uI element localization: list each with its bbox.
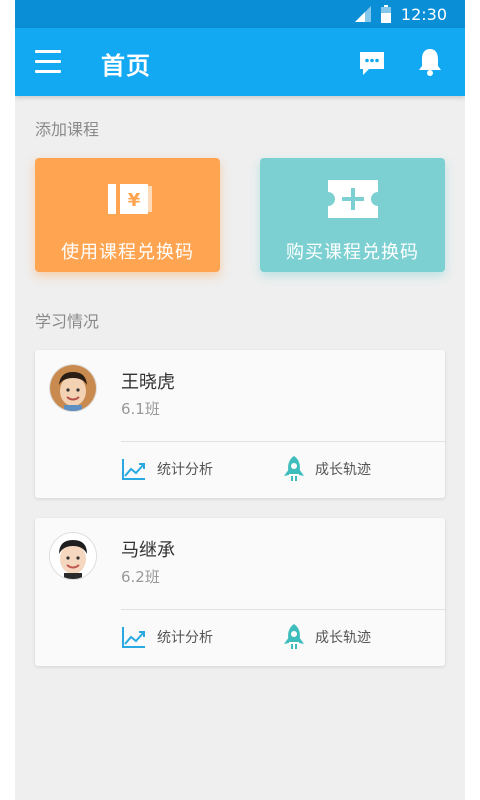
divider xyxy=(121,609,445,610)
rocket-icon xyxy=(284,624,304,649)
add-course-cards: ¥ 使用课程兑换码 购买课程兑换码 xyxy=(15,158,465,272)
student-card[interactable]: 王晓虎 6.1班 统计分析 成长轨迹 xyxy=(35,350,445,498)
student-class: 6.1班 xyxy=(121,400,160,418)
growth-track-button[interactable]: 成长轨迹 xyxy=(283,456,371,482)
ticket-plus-icon xyxy=(327,180,378,218)
use-code-label: 使用课程兑换码 xyxy=(61,242,194,263)
ticket-yen-icon: ¥ xyxy=(107,184,152,214)
bell-icon xyxy=(419,49,441,76)
menu-icon xyxy=(35,50,61,73)
add-course-label: 添加课程 xyxy=(35,120,100,139)
buy-code-card[interactable]: 购买课程兑换码 xyxy=(260,158,445,272)
growth-label: 成长轨迹 xyxy=(315,630,371,646)
battery-icon xyxy=(380,5,391,23)
menu-button[interactable] xyxy=(35,50,61,74)
notification-button[interactable] xyxy=(415,46,445,78)
status-right: 12:30 xyxy=(354,0,447,28)
student-class: 6.2班 xyxy=(121,568,160,586)
growth-label: 成长轨迹 xyxy=(315,462,371,478)
student-name: 马继承 xyxy=(121,540,175,561)
stats-analysis-button[interactable]: 统计分析 xyxy=(121,456,213,482)
student-name: 王晓虎 xyxy=(121,372,175,393)
avatar xyxy=(49,532,97,580)
rocket-icon xyxy=(284,456,304,481)
status-time: 12:30 xyxy=(400,4,447,24)
svg-text:¥: ¥ xyxy=(127,190,140,211)
buy-code-label: 购买课程兑换码 xyxy=(286,242,419,263)
student-card[interactable]: 马继承 6.2班 统计分析 成长轨迹 xyxy=(35,518,445,666)
study-status-label: 学习情况 xyxy=(35,312,100,331)
stats-label: 统计分析 xyxy=(157,630,213,646)
page-title: 首页 xyxy=(101,52,151,80)
stats-label: 统计分析 xyxy=(157,462,213,478)
status-bar: 12:30 xyxy=(15,0,465,28)
growth-track-button[interactable]: 成长轨迹 xyxy=(283,624,371,650)
message-button[interactable] xyxy=(357,48,387,78)
app-bar: 首页 xyxy=(15,28,465,96)
chart-trend-icon xyxy=(122,627,145,648)
signal-icon xyxy=(354,6,371,22)
use-code-card[interactable]: ¥ 使用课程兑换码 xyxy=(35,158,220,272)
divider xyxy=(121,441,445,442)
message-icon xyxy=(360,52,384,75)
stats-analysis-button[interactable]: 统计分析 xyxy=(121,624,213,650)
avatar xyxy=(49,364,97,412)
chart-trend-icon xyxy=(122,459,145,480)
phone-screen: 12:30 首页 添加课程 ¥ 使用课程兑换码 购买课程兑换码 学习情况 王晓虎… xyxy=(15,0,465,800)
